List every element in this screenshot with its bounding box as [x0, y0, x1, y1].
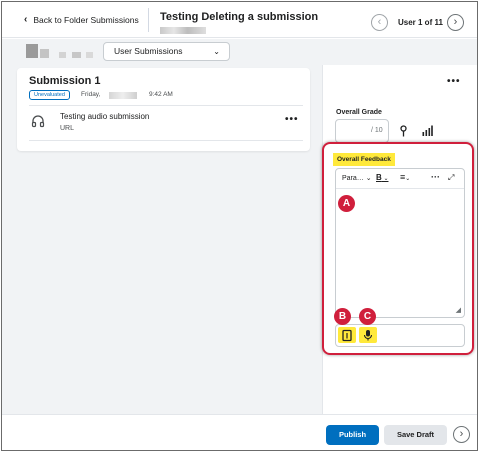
- pin-icon[interactable]: [399, 125, 408, 137]
- status-badge: Unevaluated: [29, 90, 70, 100]
- bar-chart-icon[interactable]: [422, 125, 433, 136]
- save-draft-button[interactable]: Save Draft: [384, 425, 447, 445]
- document-icon: [342, 329, 352, 342]
- redacted-date: [109, 92, 137, 99]
- redacted-name: [86, 52, 93, 58]
- back-label: Back to Folder Submissions: [33, 14, 139, 25]
- submission-time: 9:42 AM: [149, 91, 173, 98]
- user-count: User 1 of 11: [398, 18, 443, 27]
- attach-document-button[interactable]: [338, 327, 356, 343]
- redacted-name: [40, 49, 49, 58]
- overall-grade-label: Overall Grade: [336, 109, 382, 116]
- submission-day: Friday,: [81, 91, 101, 98]
- more-horizontal-icon[interactable]: ···: [431, 172, 440, 182]
- callout-marker-a: A: [338, 195, 355, 212]
- editor-toolbar: Para… ⌄ B ⌄ ≡⌄ ··· ⤢: [336, 169, 464, 189]
- headphones-icon: [31, 115, 45, 128]
- app-frame: ‹ Back to Folder Submissions Testing Del…: [1, 1, 478, 451]
- submission-title: Submission 1: [29, 75, 101, 87]
- paragraph-style-select[interactable]: Para… ⌄: [342, 174, 372, 182]
- grade-denominator: / 10: [371, 127, 383, 134]
- callout-marker-c: C: [359, 308, 376, 325]
- feedback-editor[interactable]: Para… ⌄ B ⌄ ≡⌄ ··· ⤢ ◢: [335, 168, 465, 318]
- redacted-avatar: [26, 44, 38, 58]
- paragraph-style-label: Para…: [342, 175, 364, 182]
- align-icon[interactable]: ≡⌄: [400, 172, 410, 182]
- more-options-icon[interactable]: •••: [285, 114, 299, 125]
- back-to-folder-link[interactable]: ‹ Back to Folder Submissions: [24, 14, 139, 25]
- redacted-name: [72, 52, 81, 58]
- next-user-button[interactable]: ›: [447, 14, 464, 31]
- file-type: URL: [60, 125, 75, 132]
- resize-handle-icon[interactable]: ◢: [456, 306, 461, 314]
- header-divider: [148, 8, 149, 32]
- publish-button[interactable]: Publish: [326, 425, 379, 445]
- submission-card: Submission 1 Unevaluated Friday, 9:42 AM…: [17, 68, 310, 151]
- more-options-icon[interactable]: •••: [447, 76, 461, 87]
- chevron-down-icon: ⌄: [213, 47, 220, 56]
- file-name-link[interactable]: Testing audio submission: [60, 112, 149, 121]
- next-user-footer-button[interactable]: ›: [453, 426, 470, 443]
- record-audio-button[interactable]: [359, 327, 377, 343]
- chevron-left-icon: ‹: [24, 14, 28, 25]
- view-select[interactable]: User Submissions ⌄: [103, 42, 230, 61]
- bold-button[interactable]: B ⌄: [376, 173, 388, 182]
- divider: [29, 140, 303, 141]
- redacted-subtitle: [160, 27, 206, 34]
- previous-user-button[interactable]: ‹: [371, 14, 388, 31]
- fullscreen-icon[interactable]: ⤢: [448, 173, 454, 183]
- view-select-value: User Submissions: [114, 46, 183, 56]
- page-title: Testing Deleting a submission: [160, 11, 319, 23]
- overall-feedback-label: Overall Feedback: [333, 153, 395, 166]
- callout-marker-b: B: [334, 308, 351, 325]
- microphone-icon: [363, 330, 373, 341]
- redacted-name: [59, 52, 66, 58]
- divider: [29, 105, 303, 106]
